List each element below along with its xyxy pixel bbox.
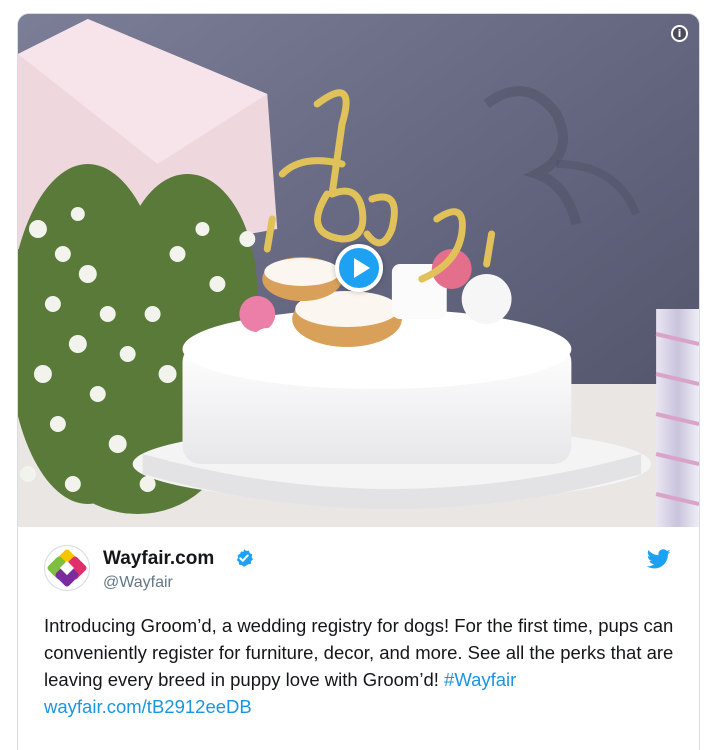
tweet-text: Introducing Groom’d, a wedding registry … [44,612,684,720]
twitter-bird-icon[interactable] [647,547,671,571]
play-icon [354,258,370,278]
verified-badge-icon [236,549,253,567]
tweet-body: Introducing Groom’d, a wedding registry … [44,615,674,690]
hashtag-link[interactable]: #Wayfair [444,669,516,690]
video-media[interactable]: i [18,14,699,527]
play-button[interactable] [335,244,383,292]
author-handle[interactable]: @Wayfair [103,573,173,593]
info-icon[interactable]: i [671,25,688,42]
display-name[interactable]: Wayfair.com [103,547,214,571]
wayfair-logo-icon [47,549,87,587]
avatar[interactable] [44,545,90,591]
tweet-card[interactable]: i Wayfair.com @Wayfair Introducing Groom… [17,13,700,750]
tweet-header: Wayfair.com @Wayfair [18,527,699,607]
url-link[interactable]: wayfair.com/tB2912eeDB [44,696,252,717]
